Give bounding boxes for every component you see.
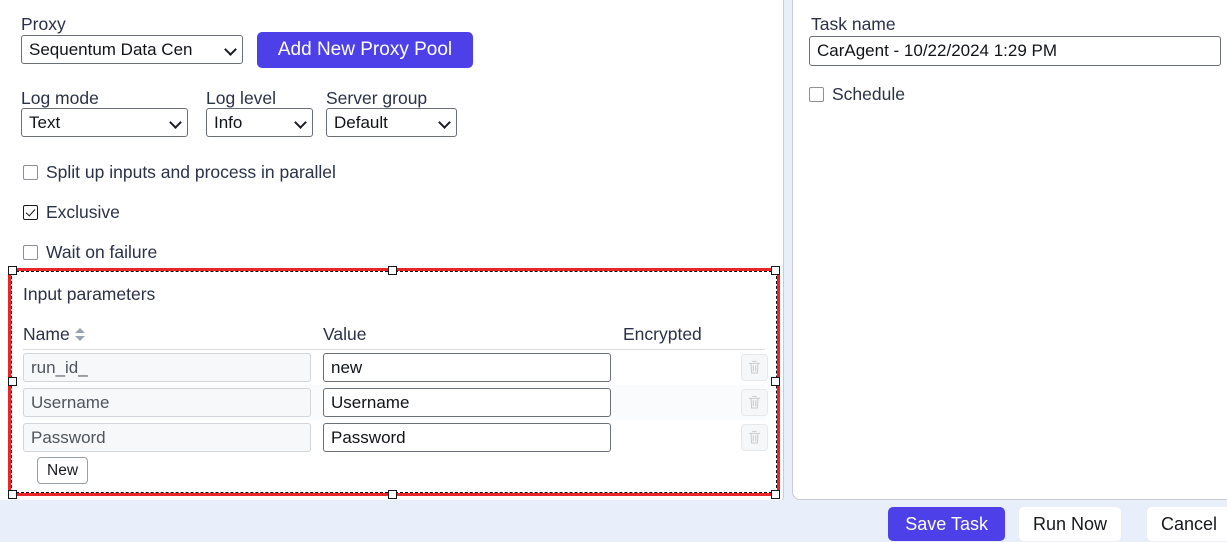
server-group-select-value: Default — [334, 112, 388, 132]
table-row: Username Username — [23, 385, 768, 420]
chevron-down-icon — [225, 43, 238, 56]
run-now-button[interactable]: Run Now — [1018, 507, 1121, 541]
selection-handle-top-right[interactable] — [771, 266, 780, 275]
column-header-encrypted-label: Encrypted — [623, 323, 702, 344]
checkbox-split-up-inputs[interactable]: Split up inputs and process in parallel — [23, 162, 336, 182]
param-name-input[interactable]: run_id_ — [23, 353, 311, 382]
dialog-action-bar: Save Task Run Now Cancel — [0, 500, 1227, 542]
table-row: Password Password — [23, 420, 768, 455]
proxy-select[interactable]: Sequentum Data Cen — [21, 35, 243, 64]
checkbox-schedule[interactable]: Schedule — [809, 84, 905, 104]
param-name-input[interactable]: Password — [23, 423, 311, 452]
server-group-label: Server group — [326, 88, 428, 108]
selection-handle-top-left[interactable] — [8, 266, 17, 275]
checkbox-box[interactable] — [809, 87, 824, 103]
input-parameters-title: Input parameters — [23, 284, 156, 304]
chevron-down-icon — [170, 116, 183, 129]
param-name-cell: run_id_ — [23, 353, 323, 382]
log-mode-select[interactable]: Text — [21, 108, 188, 137]
param-actions-cell — [741, 424, 801, 451]
proxy-select-value: Sequentum Data Cen — [29, 39, 193, 59]
proxy-label: Proxy — [21, 14, 66, 34]
param-value-input[interactable]: new — [323, 353, 611, 382]
chevron-down-icon — [295, 116, 308, 129]
log-level-label: Log level — [206, 88, 277, 108]
delete-param-button[interactable] — [741, 424, 768, 451]
input-parameters-table: Name Value Encrypted run_id_ new Usernam… — [23, 313, 768, 455]
chevron-down-icon — [439, 116, 452, 129]
checkbox-box[interactable] — [23, 205, 38, 221]
column-header-encrypted: Encrypted — [623, 323, 741, 344]
selection-handle-bottom-center[interactable] — [388, 490, 397, 499]
column-header-name[interactable]: Name — [23, 323, 323, 344]
column-header-value-label: Value — [323, 323, 367, 344]
trash-icon — [748, 395, 761, 409]
selection-handle-middle-left[interactable] — [8, 377, 17, 386]
selection-handle-top-center[interactable] — [388, 266, 397, 275]
log-mode-label: Log mode — [21, 88, 99, 108]
delete-param-button[interactable] — [741, 389, 768, 416]
sort-updown-icon[interactable] — [74, 327, 85, 342]
log-level-select-value: Info — [214, 112, 243, 132]
column-header-value: Value — [323, 323, 623, 344]
log-mode-select-value: Text — [29, 112, 61, 132]
checkbox-wait-on-failure[interactable]: Wait on failure — [23, 242, 158, 262]
param-name-input[interactable]: Username — [23, 388, 311, 417]
delete-param-button[interactable] — [741, 354, 768, 381]
column-header-name-label: Name — [23, 323, 70, 344]
task-name-panel: Task name CarAgent - 10/22/2024 1:29 PM … — [792, 0, 1227, 500]
selection-handle-bottom-left[interactable] — [8, 490, 17, 499]
param-value-cell: Username — [323, 388, 623, 417]
input-parameters-section: Input parameters Name Value Encrypted ru… — [11, 271, 777, 493]
task-name-input[interactable]: CarAgent - 10/22/2024 1:29 PM — [809, 36, 1221, 66]
checkbox-label: Schedule — [832, 84, 905, 104]
cancel-button[interactable]: Cancel — [1146, 507, 1227, 541]
param-value-cell: Password — [323, 423, 623, 452]
server-group-select[interactable]: Default — [326, 108, 457, 137]
param-name-cell: Password — [23, 423, 323, 452]
param-value-input[interactable]: Username — [323, 388, 611, 417]
param-value-cell: new — [323, 353, 623, 382]
new-parameter-button[interactable]: New — [37, 457, 89, 484]
task-name-label: Task name — [811, 14, 896, 34]
save-task-button[interactable]: Save Task — [888, 507, 1005, 541]
table-header-row: Name Value Encrypted — [23, 313, 765, 350]
param-name-cell: Username — [23, 388, 323, 417]
selection-handle-middle-right[interactable] — [771, 377, 780, 386]
param-value-input[interactable]: Password — [323, 423, 611, 452]
trash-icon — [748, 430, 761, 444]
table-row: run_id_ new — [23, 350, 768, 385]
checkbox-box[interactable] — [23, 165, 38, 181]
param-actions-cell — [741, 389, 801, 416]
trash-icon — [748, 360, 761, 374]
checkbox-exclusive[interactable]: Exclusive — [23, 202, 120, 222]
log-level-select[interactable]: Info — [206, 108, 313, 137]
selection-handle-bottom-right[interactable] — [771, 490, 780, 499]
add-new-proxy-pool-button[interactable]: Add New Proxy Pool — [257, 32, 473, 68]
task-editor-dialog: Proxy Sequentum Data Cen Add New Proxy P… — [0, 0, 1227, 542]
checkbox-box[interactable] — [23, 245, 38, 261]
checkbox-label: Split up inputs and process in parallel — [46, 162, 336, 182]
checkbox-label: Wait on failure — [46, 242, 158, 262]
checkbox-label: Exclusive — [46, 202, 120, 222]
